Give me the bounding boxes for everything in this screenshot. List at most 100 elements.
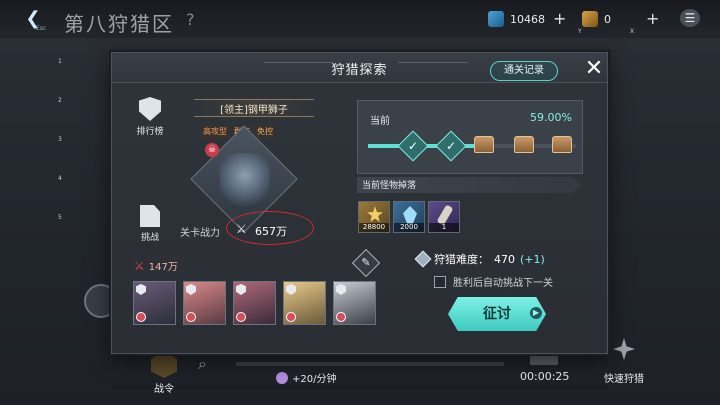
drops-list: 28800 2000 1 (358, 201, 460, 233)
quick-hunt-label: 快速狩猎 (604, 374, 644, 385)
drop-quantity: 28800 (359, 223, 389, 232)
hero-lineup (133, 281, 376, 325)
difficulty-label: 狩猎难度： (434, 253, 489, 266)
income-rate: +20/分钟 (276, 370, 336, 385)
leaderboard-button[interactable]: 排行榜 (132, 97, 168, 137)
crystal-icon (403, 206, 417, 224)
add-crystal-button[interactable]: + (553, 9, 566, 28)
resource-crystal: 10468 (488, 9, 545, 29)
element-icon (136, 312, 146, 322)
hunt-timer: 00:00:25 (520, 370, 570, 383)
drops-label: 当前怪物掉落 (362, 181, 417, 191)
close-icon[interactable]: ✕ (582, 57, 606, 81)
quick-hunt-icon (613, 338, 635, 360)
class-badge-icon (136, 284, 146, 295)
class-badge-icon (236, 284, 246, 295)
reward-chest-icon[interactable] (514, 136, 534, 153)
auto-challenge-checkbox[interactable] (434, 275, 446, 288)
leaderboard-label: 排行榜 (136, 127, 164, 137)
auto-challenge-label: 胜利后自动挑战下一关 (453, 278, 553, 289)
difficulty-value: 470 (494, 252, 515, 266)
boss-name: [领主]钢甲狮子 (220, 105, 288, 116)
hero-slot[interactable] (333, 281, 376, 325)
timer-icon (530, 355, 558, 365)
pencil-icon: ✎ (361, 256, 371, 269)
challenge-button[interactable]: 挑战 (132, 205, 168, 243)
boss-name-bar: [领主]钢甲狮子 (194, 99, 314, 117)
boss-tag: 高攻型 (201, 125, 229, 138)
checkpoint-done: ✓ (435, 130, 467, 162)
menu-icon[interactable]: ☰ (680, 9, 700, 27)
team-power-value: 147万 (148, 262, 178, 273)
side-hotkeys: 1 2 3 4 5 (58, 58, 68, 253)
stage-power-label: 关卡战力 (180, 228, 220, 239)
hotkey-2: 2 (58, 97, 62, 104)
income-icon (276, 371, 288, 384)
class-badge-icon (336, 284, 346, 295)
challenge-label: 挑战 (140, 233, 159, 243)
progress-label: 当前 (370, 116, 390, 127)
background-progress-bar (236, 362, 504, 366)
hero-slot[interactable] (233, 281, 276, 325)
reward-chest-icon[interactable] (552, 136, 572, 153)
drop-item-horn[interactable]: 1 (428, 201, 460, 233)
class-badge-icon (286, 284, 296, 295)
clear-records-button[interactable]: 通关记录 (490, 61, 558, 81)
drop-item-star-medal[interactable]: 28800 (358, 201, 390, 233)
element-icon (336, 312, 346, 322)
skull-icon: ☠ (205, 143, 219, 157)
resource-gold-value: 0 (604, 12, 611, 26)
challenge-icon (140, 205, 160, 227)
checkpoint-done: ✓ (397, 130, 429, 162)
hunt-difficulty: 狩猎难度： 470 (+1) (414, 250, 545, 268)
resource-crystal-value: 10468 (510, 12, 545, 26)
class-badge-icon (186, 284, 196, 295)
leaderboard-icon (139, 97, 161, 121)
element-icon (236, 312, 246, 322)
resource-gold: 0 (582, 9, 611, 29)
hotkey-1: 1 (58, 58, 62, 65)
hotkey-4: 4 (58, 175, 62, 182)
play-arrow-icon: ▶ (530, 307, 542, 319)
check-icon: ✓ (445, 139, 457, 153)
back-key-hint: Esc (36, 25, 47, 32)
add-gold-button[interactable]: + (646, 9, 659, 28)
element-icon (286, 312, 296, 322)
armored-lion-image (219, 153, 270, 210)
highlight-circle (226, 211, 314, 245)
hotkey-3: 3 (58, 136, 62, 143)
difficulty-icon (414, 250, 432, 268)
zone-title: 第八狩猎区 (64, 12, 174, 36)
gold-currency-icon (582, 11, 598, 27)
difficulty-increment: (+1) (520, 252, 545, 266)
hero-slot[interactable] (283, 281, 326, 325)
element-icon (186, 312, 196, 322)
auto-challenge-row[interactable]: 胜利后自动挑战下一关 (434, 274, 553, 289)
star-medal-icon (367, 206, 383, 222)
progress-percent: 59.00% (530, 111, 572, 124)
hero-slot[interactable] (133, 281, 176, 325)
drop-item-crystal[interactable]: 2000 (393, 201, 425, 233)
hotkey-5: 5 (58, 214, 62, 221)
progress-panel: 当前 59.00% ✓ ✓ (357, 100, 583, 174)
drop-quantity: 1 (429, 223, 459, 232)
hero-slot[interactable] (183, 281, 226, 325)
drop-quantity: 2000 (394, 223, 424, 232)
search-icon[interactable]: ⌕ (198, 354, 207, 374)
progress-fill (368, 144, 491, 148)
boss-tag: 免控 (255, 125, 275, 138)
reward-chest-icon[interactable] (474, 136, 494, 153)
edit-team-button[interactable]: ✎ (351, 248, 381, 278)
title-ornament-right (398, 62, 468, 74)
crystal-currency-icon (488, 11, 504, 27)
team-power: ⚔ 147万 (134, 258, 178, 274)
hunt-explore-dialog: 狩猎探索 通关记录 ✕ 排行榜 挑战 [领主]钢甲狮子 高攻型 群伤 免控 ☠ … (111, 52, 608, 354)
key-hint-y: Y (578, 28, 582, 35)
income-rate-text: +20/分钟 (292, 374, 337, 385)
crossed-swords-icon: ⚔ (134, 258, 145, 273)
progress-track: ✓ ✓ (368, 130, 576, 162)
battle-pass-button[interactable]: 战令 (140, 352, 188, 395)
help-icon[interactable]: ? (186, 10, 195, 29)
battle-pass-label: 战令 (154, 384, 174, 395)
key-hint-x: X (630, 28, 635, 35)
